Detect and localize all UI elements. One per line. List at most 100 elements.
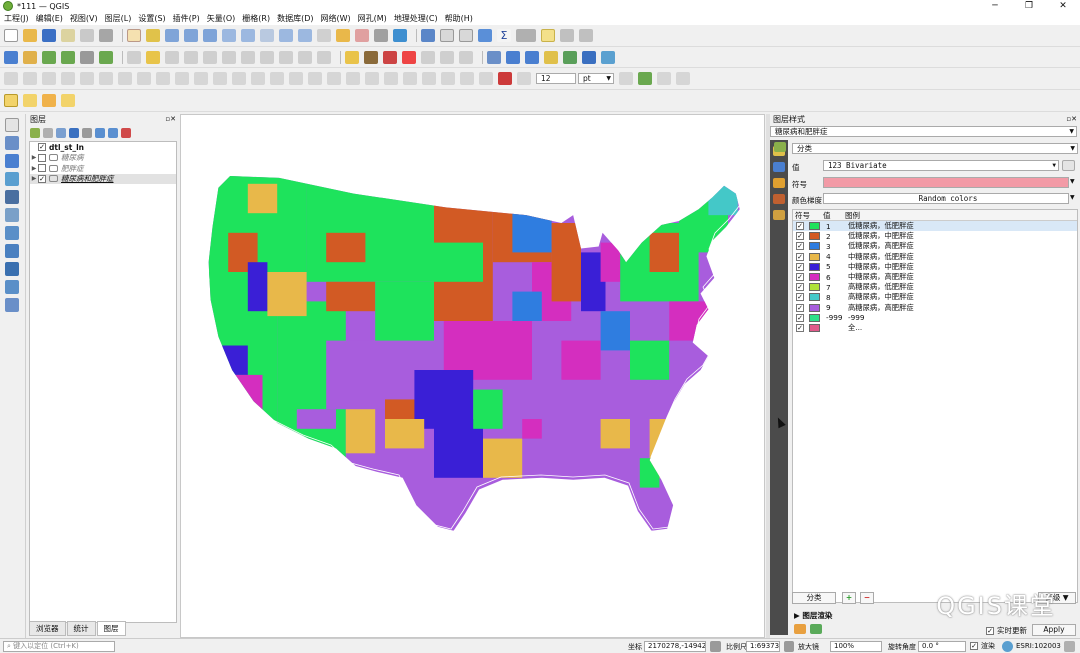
add-delimited-icon[interactable] [5, 172, 19, 186]
save-project-icon[interactable] [42, 29, 56, 42]
category-row[interactable]: ✓ 7 高糖尿病，低肥胖症 [793, 282, 1077, 292]
category-row[interactable]: ✓ -999 -999 [793, 313, 1077, 323]
menu-edit[interactable]: 编辑(E) [36, 13, 63, 24]
zoom-selection-icon[interactable] [222, 29, 236, 42]
undo-icon[interactable] [298, 50, 312, 64]
cross-icon[interactable] [657, 72, 671, 85]
add-wcs-icon[interactable] [5, 244, 19, 258]
3d-view-tab-icon[interactable] [773, 178, 785, 188]
digitize-f-icon[interactable] [99, 72, 113, 85]
digitize-k-icon[interactable] [194, 72, 208, 85]
category-swatch[interactable] [809, 273, 820, 282]
db-manager-icon[interactable] [487, 50, 501, 64]
add-virtual-icon[interactable] [5, 280, 19, 294]
menu-layer[interactable]: 图层(L) [105, 13, 132, 24]
add-raster-layer-icon[interactable] [5, 136, 19, 150]
panel-close-icon[interactable]: ▫✕ [1066, 114, 1077, 125]
add-feature-icon[interactable] [184, 50, 198, 64]
category-row[interactable]: ✓ 6 中糖尿病，高肥胖症 [793, 272, 1077, 282]
processing-toolbox-icon[interactable] [478, 29, 492, 42]
select-location-icon[interactable] [61, 94, 75, 107]
digitize-v-icon[interactable] [403, 72, 417, 85]
new-map-view-icon[interactable] [317, 29, 331, 42]
zoom-native-icon[interactable] [260, 29, 274, 42]
category-swatch[interactable] [809, 232, 820, 241]
expand-all-icon[interactable] [95, 127, 105, 138]
expand-arrow-icon[interactable]: ▶ [30, 165, 38, 172]
expand-arrow-icon[interactable]: ▶ [30, 154, 38, 161]
category-checkbox[interactable]: ✓ [796, 242, 804, 251]
tab-statistics[interactable]: 统计 [66, 621, 96, 636]
field-calculator-icon[interactable] [459, 29, 473, 42]
add-postgis-icon[interactable] [5, 190, 19, 204]
category-checkbox[interactable]: ✓ [796, 313, 804, 322]
new-temp-layer-icon[interactable] [5, 298, 19, 312]
maximize-button[interactable]: ❐ [1012, 0, 1046, 12]
category-swatch[interactable] [809, 323, 820, 332]
pan-to-selection-icon[interactable] [146, 29, 160, 42]
remove-category-button[interactable]: − [860, 592, 874, 604]
zoom-in-icon[interactable] [165, 29, 179, 42]
plugin-e-icon[interactable] [601, 50, 615, 64]
snap-option-icon[interactable] [517, 72, 531, 85]
annotation-icon[interactable] [560, 29, 574, 42]
digitize-u-icon[interactable] [384, 72, 398, 85]
python-console-icon[interactable] [506, 50, 520, 64]
category-swatch[interactable] [809, 293, 820, 302]
symbol-preview[interactable] [823, 177, 1069, 188]
category-swatch[interactable] [809, 313, 820, 322]
map-tips-icon[interactable] [541, 29, 555, 42]
col-symbol[interactable]: 符号 [793, 210, 823, 221]
col-legend[interactable]: 图例 [845, 210, 860, 221]
expression-icon[interactable] [1062, 160, 1075, 171]
digitize-p-icon[interactable] [289, 72, 303, 85]
crs-label[interactable]: ESRI:102003 [1016, 642, 1061, 650]
collapse-all-icon[interactable] [108, 127, 118, 138]
zoom-next-icon[interactable] [298, 29, 312, 42]
digitize-h-icon[interactable] [137, 72, 151, 85]
menu-database[interactable]: 数据库(D) [277, 13, 313, 24]
digitize-c-icon[interactable] [42, 72, 56, 85]
statistics-icon[interactable]: Σ [497, 29, 511, 42]
category-row[interactable]: ✓ 9 高糖尿病，高肥胖症 [793, 303, 1077, 313]
layer-render-section[interactable]: ▶ 图层渲染 [794, 610, 832, 621]
manage-visibility-icon[interactable] [56, 127, 66, 138]
render-toggle[interactable]: ✓ 渲染 [970, 641, 995, 651]
plugin-c-icon[interactable] [563, 50, 577, 64]
digitize-t-icon[interactable] [365, 72, 379, 85]
add-wfs-icon[interactable] [5, 262, 19, 276]
tab-layers[interactable]: 图层 [96, 621, 126, 636]
digitize-d-icon[interactable] [61, 72, 75, 85]
add-vector-icon[interactable] [42, 50, 56, 64]
category-checkbox[interactable]: ✓ [796, 323, 804, 332]
copy-features-icon[interactable] [260, 50, 274, 64]
new-layer-icon[interactable] [23, 50, 37, 64]
live-update-toggle[interactable]: ✓ 实时更新 [986, 625, 1027, 636]
attribute-table-icon[interactable] [440, 29, 454, 42]
move-label-icon[interactable] [421, 50, 435, 64]
style-manager-icon[interactable] [99, 29, 113, 42]
symbol-dropdown-icon[interactable]: ▼ [1070, 178, 1075, 185]
color-ramp-select[interactable]: Random colors [823, 193, 1069, 204]
plugin-a-icon[interactable] [525, 50, 539, 64]
trace-icon[interactable] [638, 72, 652, 85]
menu-settings[interactable]: 设置(S) [138, 13, 165, 24]
layout-manager-icon[interactable] [80, 29, 94, 42]
menu-processing[interactable]: 地理处理(C) [394, 13, 438, 24]
history-tab-icon[interactable] [773, 210, 785, 220]
select-features-icon[interactable] [4, 94, 18, 107]
category-row[interactable]: ✓ 1 低糖尿病，低肥胖症 [793, 221, 1077, 232]
edits-icon[interactable] [127, 50, 141, 64]
layer-item-diabetes[interactable]: ▶ 糖尿病 [30, 153, 176, 164]
digitize-l-icon[interactable] [213, 72, 227, 85]
more-icon[interactable] [676, 72, 690, 85]
identify-icon[interactable] [421, 29, 435, 42]
category-swatch[interactable] [809, 222, 820, 231]
select-by-value-icon[interactable] [23, 94, 37, 107]
digitize-r-icon[interactable] [327, 72, 341, 85]
show-hide-labels-icon[interactable] [383, 50, 397, 64]
minimize-button[interactable]: ─ [978, 0, 1012, 12]
add-spatialite-icon[interactable] [5, 208, 19, 222]
add-group-icon[interactable] [43, 127, 53, 138]
font-unit-select[interactable]: pt ▼ [578, 73, 614, 84]
